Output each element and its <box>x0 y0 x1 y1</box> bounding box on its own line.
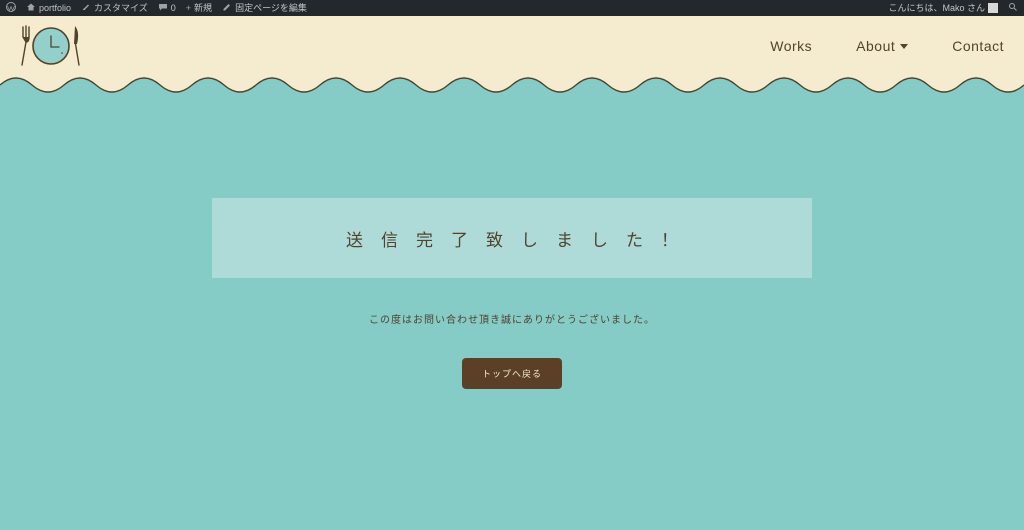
adminbar-search[interactable] <box>1008 2 1018 14</box>
adminbar-comments-count: 0 <box>171 0 176 16</box>
adminbar-new[interactable]: + 新規 <box>186 0 212 16</box>
adminbar-sitename-text: portfolio <box>39 0 71 16</box>
pencil-icon <box>222 2 232 14</box>
chevron-down-icon <box>900 44 908 49</box>
page-title: 送信完了致しました！ <box>346 226 696 251</box>
home-icon <box>26 2 36 14</box>
wave-divider <box>0 76 1024 108</box>
wp-logo[interactable] <box>6 2 16 14</box>
nav-about-label: About <box>856 38 895 54</box>
nav-contact-label: Contact <box>952 38 1004 54</box>
site-header: Works About Contact <box>0 16 1024 76</box>
main-nav: Works About Contact <box>770 38 1004 54</box>
brush-icon <box>81 2 91 14</box>
thanks-text: この度はお問い合わせ頂き誠にありがとうございました。 <box>369 311 655 326</box>
adminbar-comments[interactable]: 0 <box>158 0 176 16</box>
adminbar-edit-page-text: 固定ページを編集 <box>235 0 307 16</box>
adminbar-left: portfolio カスタマイズ 0 + 新規 固定ページを編集 <box>6 0 307 16</box>
main-content: 送信完了致しました！ この度はお問い合わせ頂き誠にありがとうございました。 トッ… <box>0 108 1024 389</box>
nav-works-label: Works <box>770 38 812 54</box>
avatar-icon <box>988 3 998 13</box>
adminbar-customize[interactable]: カスタマイズ <box>81 0 148 16</box>
site-logo[interactable] <box>14 22 84 70</box>
search-icon <box>1008 2 1018 14</box>
wp-admin-bar: portfolio カスタマイズ 0 + 新規 固定ページを編集 こんにちは、 <box>0 0 1024 16</box>
logo-icon <box>14 22 84 70</box>
page-title-box: 送信完了致しました！ <box>212 198 812 278</box>
back-to-top-button[interactable]: トップへ戻る <box>462 358 562 389</box>
wordpress-icon <box>6 2 16 14</box>
adminbar-edit-page[interactable]: 固定ページを編集 <box>222 0 307 16</box>
comment-icon <box>158 2 168 14</box>
nav-contact[interactable]: Contact <box>952 38 1004 54</box>
adminbar-right: こんにちは、Mako さん <box>888 0 1018 16</box>
adminbar-customize-text: カスタマイズ <box>94 0 148 16</box>
nav-works[interactable]: Works <box>770 38 812 54</box>
adminbar-greeting-text: こんにちは、Mako さん <box>888 0 985 16</box>
nav-about[interactable]: About <box>856 38 908 54</box>
plus-icon: + <box>186 4 191 13</box>
adminbar-greeting[interactable]: こんにちは、Mako さん <box>888 0 998 16</box>
adminbar-sitename[interactable]: portfolio <box>26 0 71 16</box>
adminbar-new-text: 新規 <box>194 0 212 16</box>
